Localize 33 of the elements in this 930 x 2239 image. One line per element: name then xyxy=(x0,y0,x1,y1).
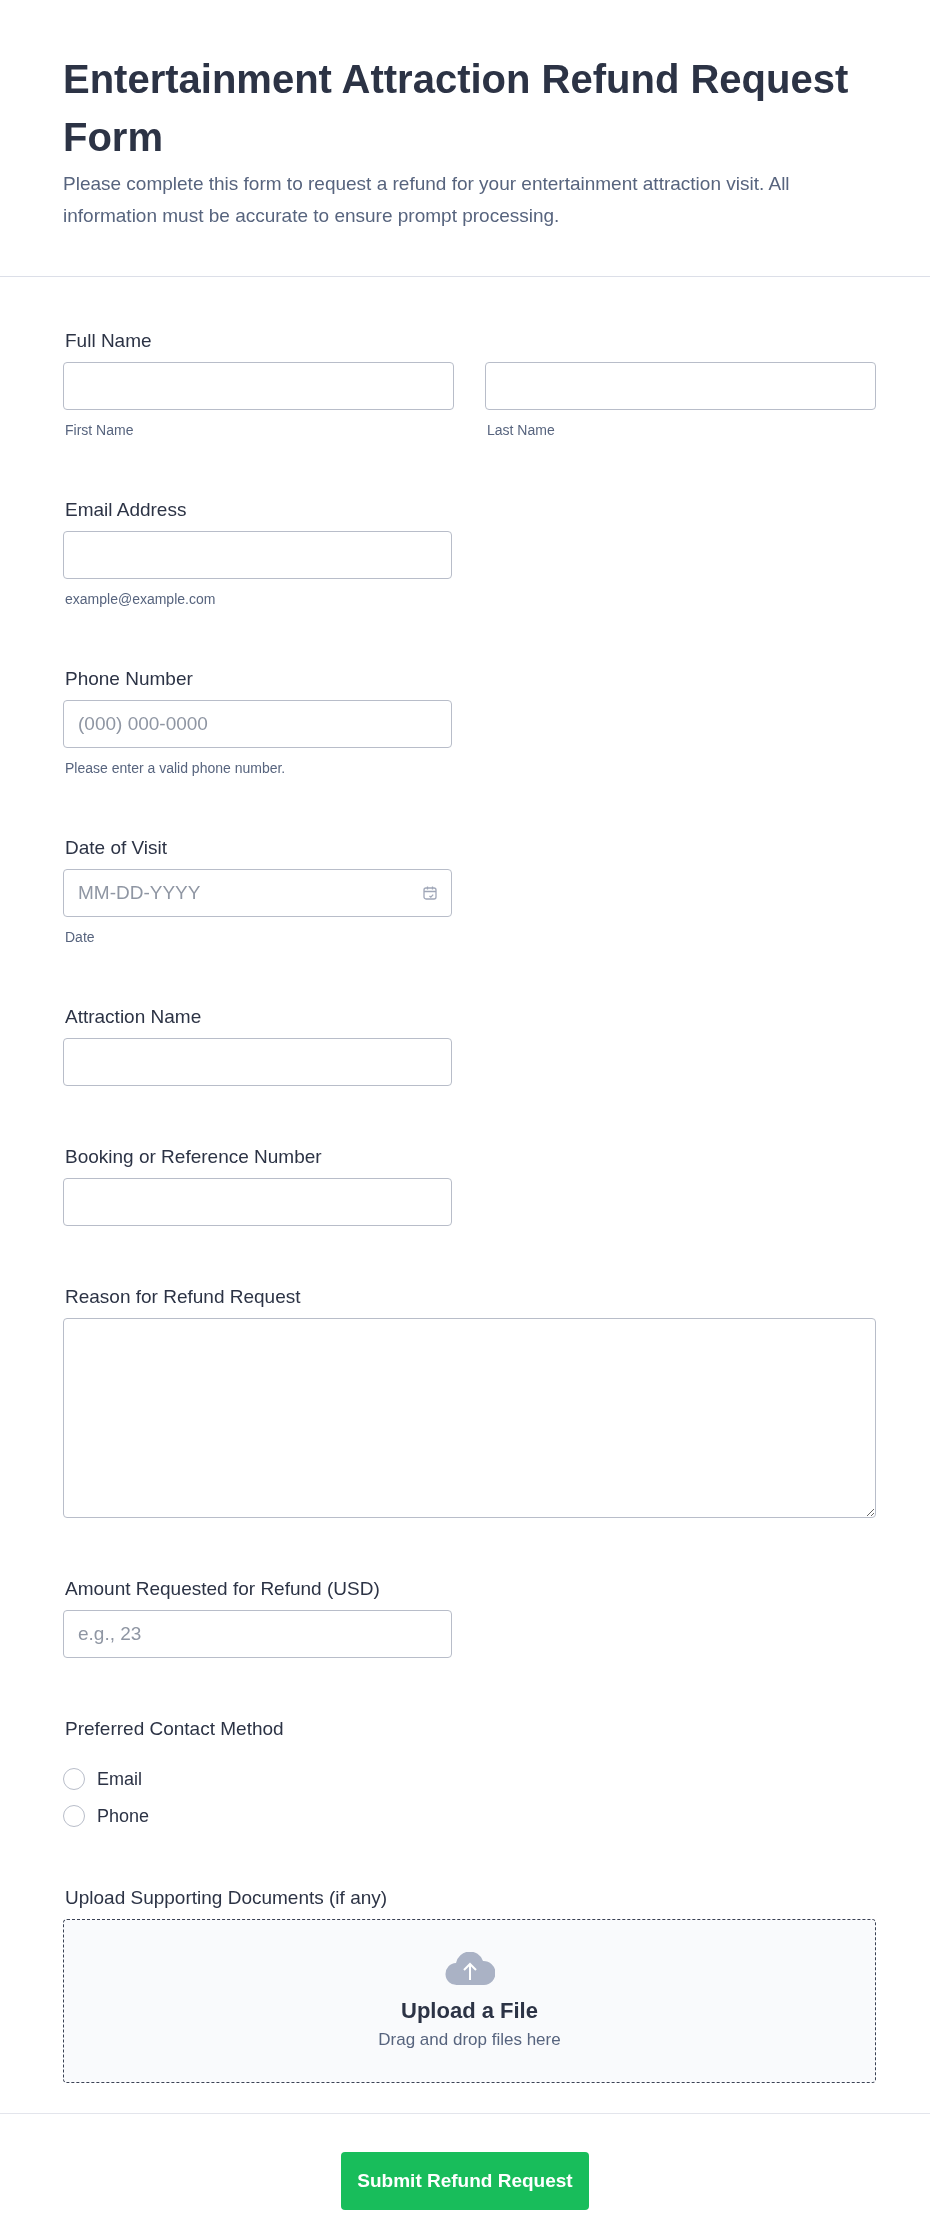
text-field[interactable] xyxy=(63,1038,452,1086)
cloud-upload-icon xyxy=(444,1952,495,1986)
text-area[interactable] xyxy=(63,1318,876,1518)
field-sublabel: example@example.com xyxy=(65,590,217,608)
field-label: Amount Requested for Refund (USD) xyxy=(65,1578,381,1600)
text-field[interactable]: (000) 000-0000 xyxy=(63,700,452,748)
field-sublabel: Last Name xyxy=(487,421,556,439)
field-label: Date of Visit xyxy=(65,837,169,859)
upload-hint: Drag and drop files here xyxy=(378,2030,561,2050)
field-sublabel: First Name xyxy=(65,421,135,439)
text-field[interactable] xyxy=(63,1178,452,1226)
text-field[interactable] xyxy=(485,362,876,410)
field-label: Booking or Reference Number xyxy=(65,1146,323,1168)
field-label: Upload Supporting Documents (if any) xyxy=(65,1887,389,1909)
field-label: Phone Number xyxy=(65,668,194,690)
text-field[interactable] xyxy=(63,362,454,410)
date-field[interactable]: MM-DD-YYYY xyxy=(63,869,452,917)
text-field[interactable]: e.g., 23 xyxy=(63,1610,452,1658)
field-label: Email Address xyxy=(65,499,188,521)
field-label: Preferred Contact Method xyxy=(65,1718,285,1740)
radio-label[interactable]: Phone xyxy=(97,1805,150,1827)
file-drop-zone[interactable]: Upload a File Drag and drop files here xyxy=(63,1919,876,2083)
radio-label[interactable]: Email xyxy=(97,1768,142,1790)
field-label: Full Name xyxy=(65,330,153,352)
field-sublabel: Please enter a valid phone number. xyxy=(65,759,287,777)
text-field[interactable] xyxy=(63,531,452,579)
form-description: Please complete this form to request a refund for your entertainment attraction visit. All information must be accurate to ensure prompt processing. xyxy=(63,172,791,228)
field-label: Attraction Name xyxy=(65,1006,203,1028)
field-label: Reason for Refund Request xyxy=(65,1286,302,1308)
form-title: Entertainment Attraction Refund Request Form xyxy=(63,56,850,161)
field-sublabel: Date xyxy=(65,928,96,946)
calendar-icon[interactable] xyxy=(422,885,438,901)
upload-title: Upload a File xyxy=(401,1998,538,2024)
